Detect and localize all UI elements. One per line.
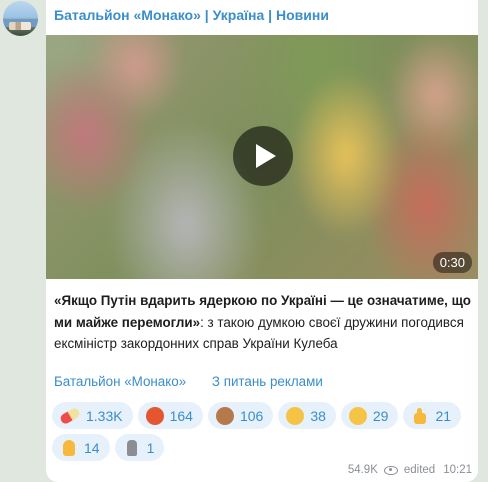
reaction-count: 29 — [372, 407, 389, 424]
ads-link[interactable]: З питань реклами — [212, 374, 323, 389]
message-meta: 54.9K edited 10:21 — [348, 464, 472, 476]
reaction-count: 1.33K — [86, 407, 123, 424]
reaction-thumbs-up[interactable]: 21 — [403, 402, 462, 429]
reactions-bar: 1.33K 164 106 38 29 21 14 1 — [52, 402, 476, 461]
reaction-count: 164 — [169, 407, 193, 424]
view-count: 54.9K — [347, 464, 378, 476]
play-button[interactable] — [233, 126, 293, 186]
reaction-count: 14 — [84, 439, 100, 456]
post-text: «Якщо Путін вдарить ядеркою по Україні —… — [54, 290, 472, 355]
reaction-pray[interactable]: 14 — [52, 434, 110, 461]
reaction-count: 38 — [310, 407, 326, 424]
reaction-angry[interactable]: 164 — [137, 402, 203, 429]
thinking-face-emoji-icon — [348, 406, 367, 425]
angry-face-emoji-icon — [145, 406, 164, 425]
edited-label: edited — [403, 464, 436, 476]
smirk-face-emoji-icon — [286, 406, 305, 425]
message-bubble: Батальйон «Монако» | Україна | Новини 0:… — [46, 0, 478, 482]
post-links: Батальйон «Монако» З питань реклами — [54, 374, 323, 389]
channel-link[interactable]: Батальйон «Монако» — [54, 374, 186, 389]
reaction-thinking[interactable]: 29 — [340, 402, 399, 429]
play-icon — [256, 144, 276, 168]
reaction-pill[interactable]: 1.33K — [52, 402, 133, 429]
pill-emoji-icon — [58, 406, 82, 425]
reaction-count: 1 — [146, 439, 155, 456]
reaction-monkey[interactable]: 106 — [207, 402, 274, 429]
moai-emoji-icon — [123, 439, 141, 457]
reaction-count: 21 — [435, 407, 452, 424]
video-duration: 0:30 — [432, 252, 472, 273]
thumbs-up-emoji-icon — [411, 407, 429, 425]
reaction-count: 106 — [239, 407, 264, 424]
see-no-evil-monkey-emoji-icon — [215, 406, 234, 425]
message-time: 10:21 — [443, 464, 472, 476]
channel-title[interactable]: Батальйон «Монако» | Україна | Новини — [54, 7, 329, 23]
video-preview[interactable]: 0:30 — [46, 35, 478, 279]
reaction-moai[interactable]: 1 — [114, 434, 165, 461]
eye-icon — [383, 465, 398, 475]
reaction-smirk[interactable]: 38 — [278, 402, 336, 429]
avatar-city — [9, 22, 31, 30]
channel-avatar[interactable] — [3, 1, 38, 36]
praying-hands-emoji-icon — [60, 439, 78, 457]
